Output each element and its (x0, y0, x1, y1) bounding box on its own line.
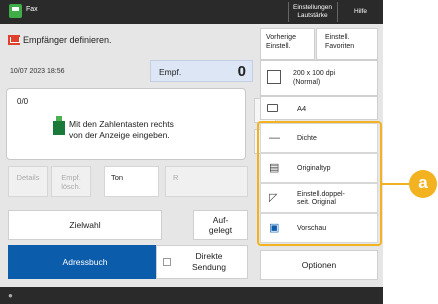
on-hook-line1: Auf- (212, 215, 229, 225)
keypad-icon (53, 116, 65, 135)
recipient-icon (8, 35, 20, 45)
favorite-settings-line2: Favoriten (325, 43, 355, 50)
resolution-line2: (Normal) (293, 79, 321, 86)
status-bar: ● (0, 287, 383, 304)
delete-line1: Empf. (61, 173, 81, 182)
previous-settings-button[interactable]: Vorherige Einstell. (260, 28, 315, 60)
recipient-counter: Empf. 0 (150, 60, 253, 82)
instruction-line1: Mit den Zahlentasten rechts (69, 119, 174, 129)
direct-send-checkbox[interactable] (163, 258, 171, 266)
previous-settings-line1: Vorherige (266, 34, 296, 41)
paper-size-text: A4 (297, 104, 307, 113)
options-button[interactable]: Optionen (260, 250, 378, 280)
resolution-text: 200 x 100 dpi (Normal) (293, 69, 335, 87)
page-title: Empfänger definieren. (8, 33, 112, 47)
paper-size-button[interactable]: A4 (260, 96, 378, 120)
details-button[interactable]: Details (8, 166, 48, 197)
paper-size-icon (267, 104, 278, 112)
direct-send-line2: Sendung (191, 262, 227, 272)
resolution-button[interactable]: 200 x 100 dpi (Normal) (260, 60, 378, 96)
recipient-count: 0 (237, 63, 246, 80)
help-button[interactable]: Hilfe (337, 2, 383, 22)
on-hook-button[interactable]: Auf- gelegt (193, 210, 248, 240)
instruction-line2: von der Anzeige eingeben. (69, 130, 170, 140)
top-bar: Fax Einstellungen Lautstärke Hilfe (0, 0, 383, 24)
tone-button[interactable]: Ton (104, 166, 159, 197)
recipient-counter-label: Empf. (159, 67, 182, 77)
direct-send-button[interactable]: Direkte Sendung (156, 245, 248, 279)
speed-dial-button[interactable]: Zielwahl (8, 210, 162, 240)
direct-send-line1: Direkte (195, 251, 223, 261)
callout-line (382, 183, 412, 185)
instruction-text: Mit den Zahlentasten rechts von der Anze… (69, 119, 239, 141)
destination-panel: 0/0 Mit den Zahlentasten rechts von der … (6, 88, 246, 160)
on-hook-line2: gelegt (208, 225, 233, 235)
status-monitor-icon[interactable]: ● (8, 291, 13, 300)
datetime: 10/07 2023 18:56 (10, 68, 65, 75)
settings-label-line1: Einstellungen (292, 4, 333, 11)
highlighted-options-frame (257, 121, 382, 246)
resolution-icon (267, 70, 281, 84)
settings-label-line2: Lautstärke (297, 12, 328, 19)
fax-app-icon (9, 4, 22, 18)
app-name: Fax (26, 6, 38, 13)
delete-line2: lösch. (61, 182, 81, 191)
favorite-settings-line1: Einstell. (325, 34, 350, 41)
previous-settings-line2: Einstell. (266, 43, 291, 50)
page-title-text: Empfänger definieren. (23, 35, 112, 45)
resolution-line1: 200 x 100 dpi (293, 70, 336, 77)
settings-volume-button[interactable]: Einstellungen Lautstärke (288, 2, 336, 22)
r-button[interactable]: R (165, 166, 248, 197)
favorite-settings-button[interactable]: Einstell. Favoriten (316, 28, 378, 60)
address-book-button[interactable]: Adressbuch (8, 245, 162, 279)
callout-badge: a (409, 170, 437, 198)
destination-index: 0/0 (17, 97, 29, 106)
fax-screen: Fax Einstellungen Lautstärke Hilfe Empfä… (0, 0, 383, 304)
delete-recipient-button[interactable]: Empf. lösch. (51, 166, 91, 197)
